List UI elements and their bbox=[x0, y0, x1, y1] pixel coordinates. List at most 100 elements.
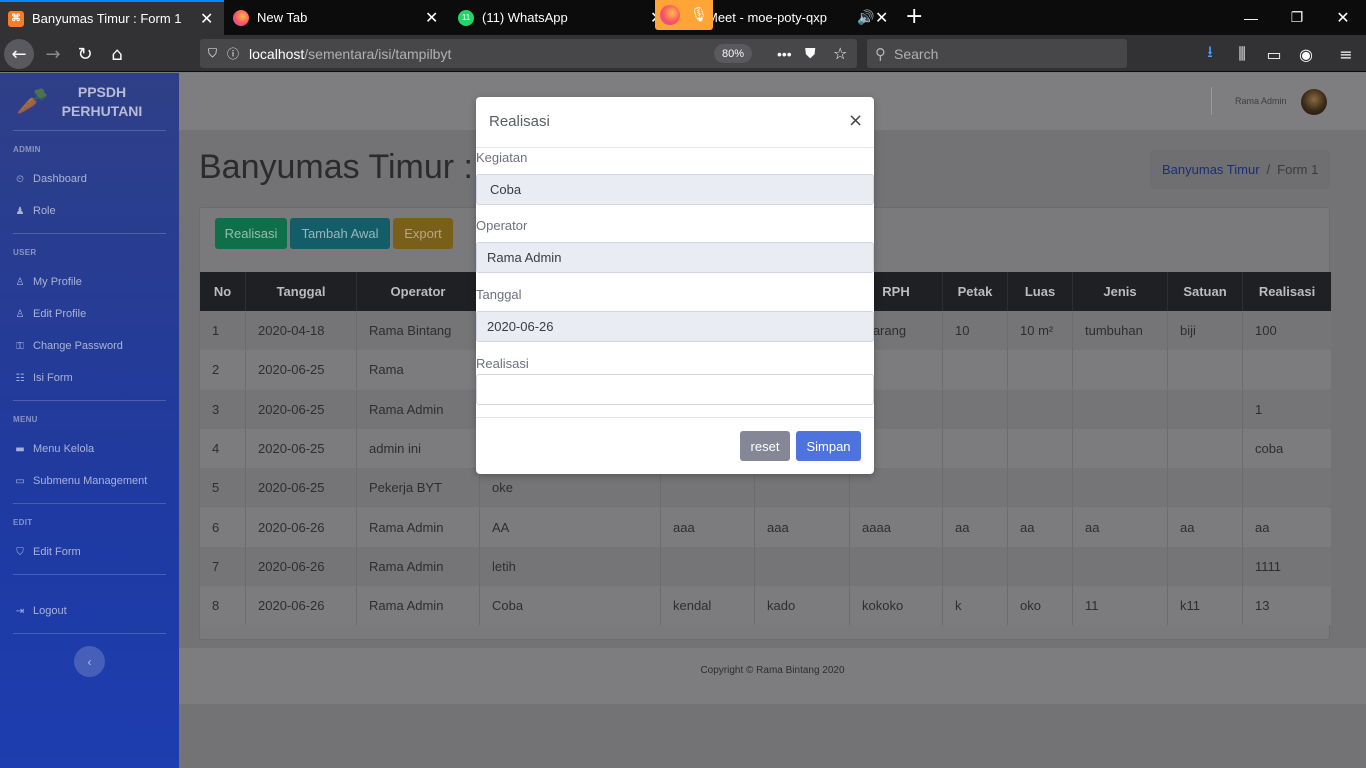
sidebar-item-my-profile[interactable]: ♙ My Profile bbox=[13, 276, 82, 288]
back-arrow-icon[interactable]: ← bbox=[4, 39, 34, 69]
url-bar[interactable]: ⛉ ⓘ localhost/sementara/isi/tampilbyt 80… bbox=[200, 39, 857, 68]
cell-no: 5 bbox=[200, 468, 246, 508]
site-info-icon[interactable]: ⓘ bbox=[227, 45, 239, 62]
tanggal-label: Tanggal bbox=[476, 287, 522, 302]
tracking-shield-icon[interactable]: ⛉ bbox=[208, 46, 217, 61]
modal-footer-divider bbox=[476, 417, 874, 418]
sidebar-item-change-password[interactable]: ⚿ Change Password bbox=[13, 340, 123, 352]
browser-tab-bar: ⌘ Banyumas Timur : Form 1 ✕ New Tab ✕ 11… bbox=[0, 0, 1366, 35]
minimize-icon[interactable]: — bbox=[1228, 0, 1274, 35]
cell-realisasi: 13 bbox=[1255, 598, 1270, 614]
column-header-tanggal[interactable]: Tanggal bbox=[246, 272, 357, 311]
reset-button[interactable]: reset bbox=[740, 431, 790, 461]
kegiatan-label: Kegiatan bbox=[476, 150, 528, 165]
menu-hamburger-icon[interactable]: ≡ bbox=[1335, 43, 1357, 65]
sidebar-item-dashboard[interactable]: ⏲ Dashboard bbox=[13, 173, 87, 185]
close-tab-icon[interactable]: ✕ bbox=[875, 8, 888, 28]
sidebar-item-role[interactable]: ♟ Role bbox=[13, 205, 56, 217]
close-tab-icon[interactable]: ✕ bbox=[425, 8, 438, 28]
pocket-icon[interactable]: ⛊ bbox=[805, 46, 816, 62]
cell-operator: admin ini bbox=[357, 428, 480, 468]
table-row: 6 2020-06-26 Rama Admin AA aaa aaa aaaa aa aa aa a… bbox=[200, 507, 1331, 547]
cell-no: 6 bbox=[200, 507, 246, 547]
cell-kegiatan: Coba bbox=[480, 586, 661, 626]
forward-arrow-icon[interactable]: → bbox=[38, 39, 68, 69]
close-icon[interactable]: × bbox=[848, 110, 863, 131]
sidebar-item-isi-form[interactable]: ☷ Isi Form bbox=[13, 372, 73, 384]
tanggal-field[interactable]: 2020-06-26 bbox=[476, 311, 874, 342]
sidebar-toggle-button[interactable]: ‹ bbox=[74, 646, 105, 677]
tab-banyumas-timur[interactable]: ⌘ Banyumas Timur : Form 1 ✕ bbox=[0, 0, 224, 35]
screen-share-indicator-icon[interactable]: 🎙 bbox=[655, 0, 713, 30]
cell-operator: Rama Admin bbox=[357, 586, 480, 626]
cell-no: 1 bbox=[200, 311, 246, 350]
user-name[interactable]: Rama Admin bbox=[1235, 96, 1287, 106]
export-button[interactable]: Export bbox=[393, 218, 453, 249]
avatar[interactable] bbox=[1301, 89, 1327, 115]
brand[interactable]: 🥕 PPSDH PERHUTANI bbox=[0, 73, 179, 130]
sidebar-item-edit-form[interactable]: ⛉ Edit Form bbox=[13, 546, 80, 558]
page-actions-icon[interactable]: ••• bbox=[777, 46, 792, 62]
window-close-icon[interactable]: ✕ bbox=[1320, 0, 1366, 35]
sidebar-item-submenu-management[interactable]: ▭ Submenu Management bbox=[13, 475, 147, 487]
account-icon[interactable]: ◉ bbox=[1295, 43, 1317, 65]
reload-icon[interactable]: ↻ bbox=[70, 39, 100, 69]
sidebar-item-menu-kelola[interactable]: ▬ Menu Kelola bbox=[13, 443, 94, 455]
cell-operator: Rama Admin bbox=[357, 546, 480, 586]
cell-realisasi: 1111 bbox=[1255, 558, 1282, 574]
column-header-operator[interactable]: Operator bbox=[357, 272, 480, 311]
folder-icon: ▬ bbox=[15, 443, 25, 455]
close-tab-icon[interactable]: ✕ bbox=[200, 9, 213, 29]
brand-logo-icon: 🥕 bbox=[16, 87, 49, 117]
sidebar-item-logout[interactable]: ⇥ Logout bbox=[13, 605, 67, 617]
restore-icon[interactable]: ❐ bbox=[1274, 0, 1320, 35]
cell-petak bbox=[943, 468, 1008, 508]
cell-operator: Rama Admin bbox=[357, 507, 480, 547]
sidebar-item-edit-profile[interactable]: ♙ Edit Profile bbox=[13, 308, 87, 320]
zoom-indicator[interactable]: 80% bbox=[714, 44, 752, 63]
column-header-satuan[interactable]: Satuan bbox=[1168, 272, 1243, 311]
column-header-petak[interactable]: Petak bbox=[943, 272, 1008, 311]
tab-whatsapp[interactable]: 11 (11) WhatsApp ✕ bbox=[450, 0, 674, 35]
xampp-favicon-icon: ⌘ bbox=[8, 10, 24, 27]
cell-satuan bbox=[1168, 428, 1243, 468]
sidebar-divider bbox=[13, 400, 166, 401]
cell-satuan bbox=[1168, 468, 1243, 508]
cell-kegiatan: letih bbox=[480, 546, 661, 586]
cell-col5: kendal bbox=[661, 586, 755, 626]
bookmark-star-icon[interactable]: ☆ bbox=[833, 44, 847, 63]
downloads-icon[interactable]: ⭳ bbox=[1199, 42, 1221, 65]
breadcrumb-link[interactable]: Banyumas Timur bbox=[1162, 162, 1260, 177]
key-icon: ⚿ bbox=[16, 340, 24, 352]
column-header-luas[interactable]: Luas bbox=[1008, 272, 1073, 311]
folder-open-icon: ▭ bbox=[15, 475, 25, 487]
cell-petak: aa bbox=[943, 507, 1008, 547]
sidebar-toggle-icon[interactable]: ▭ bbox=[1263, 43, 1285, 65]
realisasi-input[interactable] bbox=[476, 374, 874, 405]
topbar-divider bbox=[1211, 87, 1212, 115]
tab-meet[interactable]: 🎙 Meet - moe-poty-qxp 🔊 ✕ bbox=[655, 0, 899, 35]
column-header-jenis[interactable]: Jenis bbox=[1073, 272, 1168, 311]
cell-realisasi: 100 bbox=[1255, 323, 1277, 338]
sidebar-divider bbox=[13, 233, 166, 234]
new-tab-button[interactable]: + bbox=[905, 4, 923, 29]
library-icon[interactable]: ⫼ bbox=[1231, 43, 1253, 65]
cell-jenis: aa bbox=[1073, 507, 1168, 547]
operator-field[interactable]: Rama Admin bbox=[476, 242, 874, 273]
cell-col6: aaa bbox=[755, 507, 850, 547]
cell-jenis bbox=[1073, 350, 1168, 390]
footer bbox=[179, 648, 1366, 704]
column-header-no[interactable]: No bbox=[200, 272, 246, 311]
search-input[interactable]: ⚲ Search bbox=[867, 39, 1127, 68]
kegiatan-field[interactable]: Coba bbox=[476, 174, 874, 205]
speaker-icon[interactable]: 🔊 bbox=[857, 10, 874, 26]
column-header-realisasi[interactable]: Realisasi bbox=[1243, 272, 1331, 311]
simpan-button[interactable]: Simpan bbox=[796, 431, 861, 461]
tab-new-tab[interactable]: New Tab ✕ bbox=[225, 0, 449, 35]
home-icon[interactable]: ⌂ bbox=[102, 39, 132, 69]
tambah-awal-button[interactable]: Tambah Awal bbox=[290, 218, 390, 249]
realisasi-modal: Realisasi × Kegiatan Coba Operator Rama … bbox=[476, 97, 874, 474]
tab-label: Banyumas Timur : Form 1 bbox=[32, 11, 182, 26]
realisasi-button[interactable]: Realisasi bbox=[215, 218, 287, 249]
cell-col6 bbox=[755, 546, 850, 586]
